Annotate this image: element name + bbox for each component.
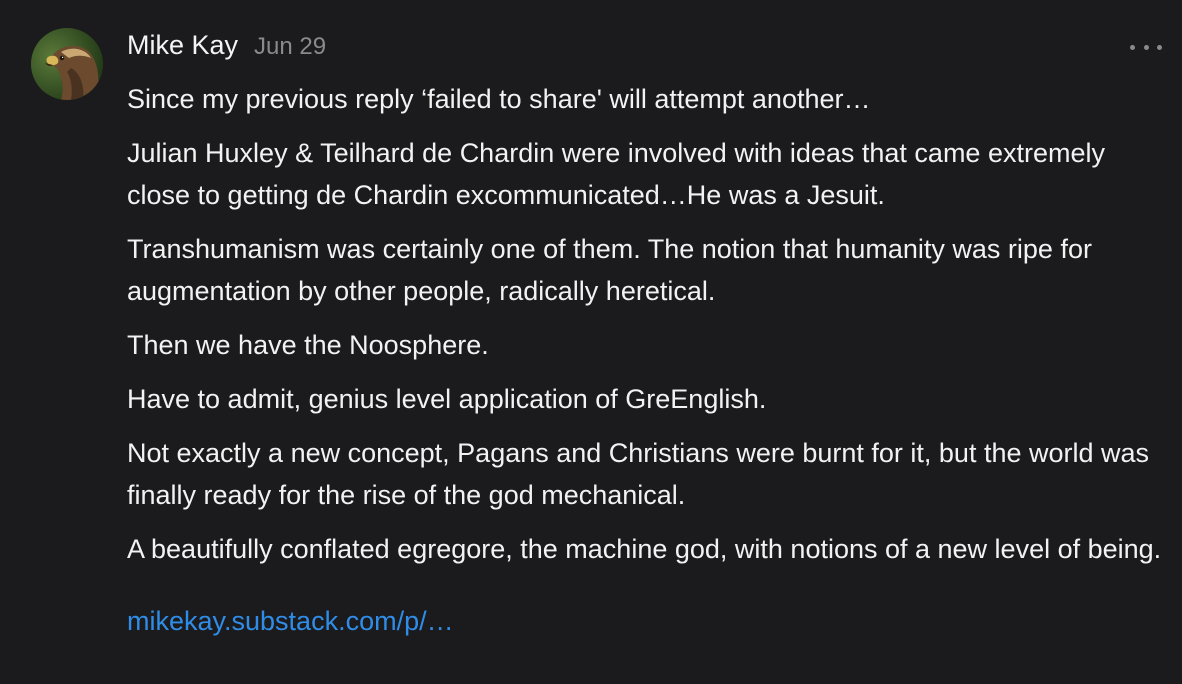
dot — [1143, 44, 1149, 50]
dot — [1157, 44, 1162, 50]
comment: Mike Kay Jun 29 Since my previous reply … — [0, 0, 1182, 684]
dot — [1130, 44, 1135, 50]
avatar[interactable] — [31, 28, 103, 100]
comment-paragraph: Have to admit, genius level application … — [127, 384, 767, 414]
eagle-avatar — [31, 28, 103, 100]
comment-paragraph: Since my previous reply ‘failed to share… — [127, 84, 871, 114]
comment-header: Mike Kay Jun 29 — [127, 30, 326, 70]
more-horizontal-icon[interactable] — [1130, 38, 1162, 56]
comment-paragraph: Transhumanism was certainly one of them.… — [127, 234, 1092, 306]
substack-link[interactable]: mikekay.substack.com/p/… — [127, 600, 454, 642]
comment-paragraph: Then we have the Noosphere. — [127, 330, 489, 360]
comment-paragraph: Julian Huxley & Teilhard de Chardin were… — [127, 138, 1105, 210]
comment-paragraph: A beautifully conflated egregore, the ma… — [127, 534, 1162, 564]
author-name[interactable]: Mike Kay — [127, 30, 238, 61]
comment-paragraph: Not exactly a new concept, Pagans and Ch… — [127, 438, 1150, 510]
comment-body: Since my previous reply ‘failed to share… — [127, 78, 1172, 642]
comment-date[interactable]: Jun 29 — [254, 33, 326, 61]
